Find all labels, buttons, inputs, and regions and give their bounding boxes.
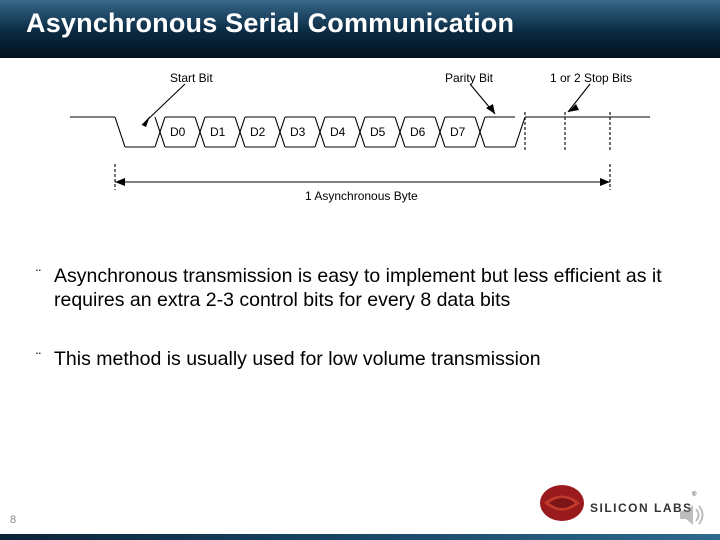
timing-diagram: Start Bit Parity Bit 1 or 2 Stop Bits D0… <box>70 72 650 217</box>
bit-d7: D7 <box>450 125 466 139</box>
bullet-list: ¨ Asynchronous transmission is easy to i… <box>36 264 666 405</box>
label-byte-span: 1 Asynchronous Byte <box>305 189 418 203</box>
bit-d1: D1 <box>210 125 226 139</box>
bullet-text: This method is usually used for low volu… <box>54 347 541 371</box>
list-item: ¨ Asynchronous transmission is easy to i… <box>36 264 666 313</box>
speaker-icon <box>676 500 706 530</box>
label-start-bit: Start Bit <box>170 72 213 85</box>
diamond-bullet-icon: ¨ <box>36 264 54 313</box>
label-stop-bits: 1 or 2 Stop Bits <box>550 72 632 85</box>
page-number: 8 <box>10 514 16 526</box>
diamond-bullet-icon: ¨ <box>36 347 54 371</box>
page-title: Asynchronous Serial Communication <box>26 8 514 39</box>
bit-d0: D0 <box>170 125 186 139</box>
bit-d3: D3 <box>290 125 306 139</box>
bit-d4: D4 <box>330 125 346 139</box>
label-parity-bit: Parity Bit <box>445 72 494 85</box>
bit-d2: D2 <box>250 125 266 139</box>
bit-d6: D6 <box>410 125 426 139</box>
svg-text:®: ® <box>692 491 697 498</box>
footer-divider <box>0 534 720 540</box>
bit-d5: D5 <box>370 125 386 139</box>
bullet-text: Asynchronous transmission is easy to imp… <box>54 264 666 313</box>
list-item: ¨ This method is usually used for low vo… <box>36 347 666 371</box>
